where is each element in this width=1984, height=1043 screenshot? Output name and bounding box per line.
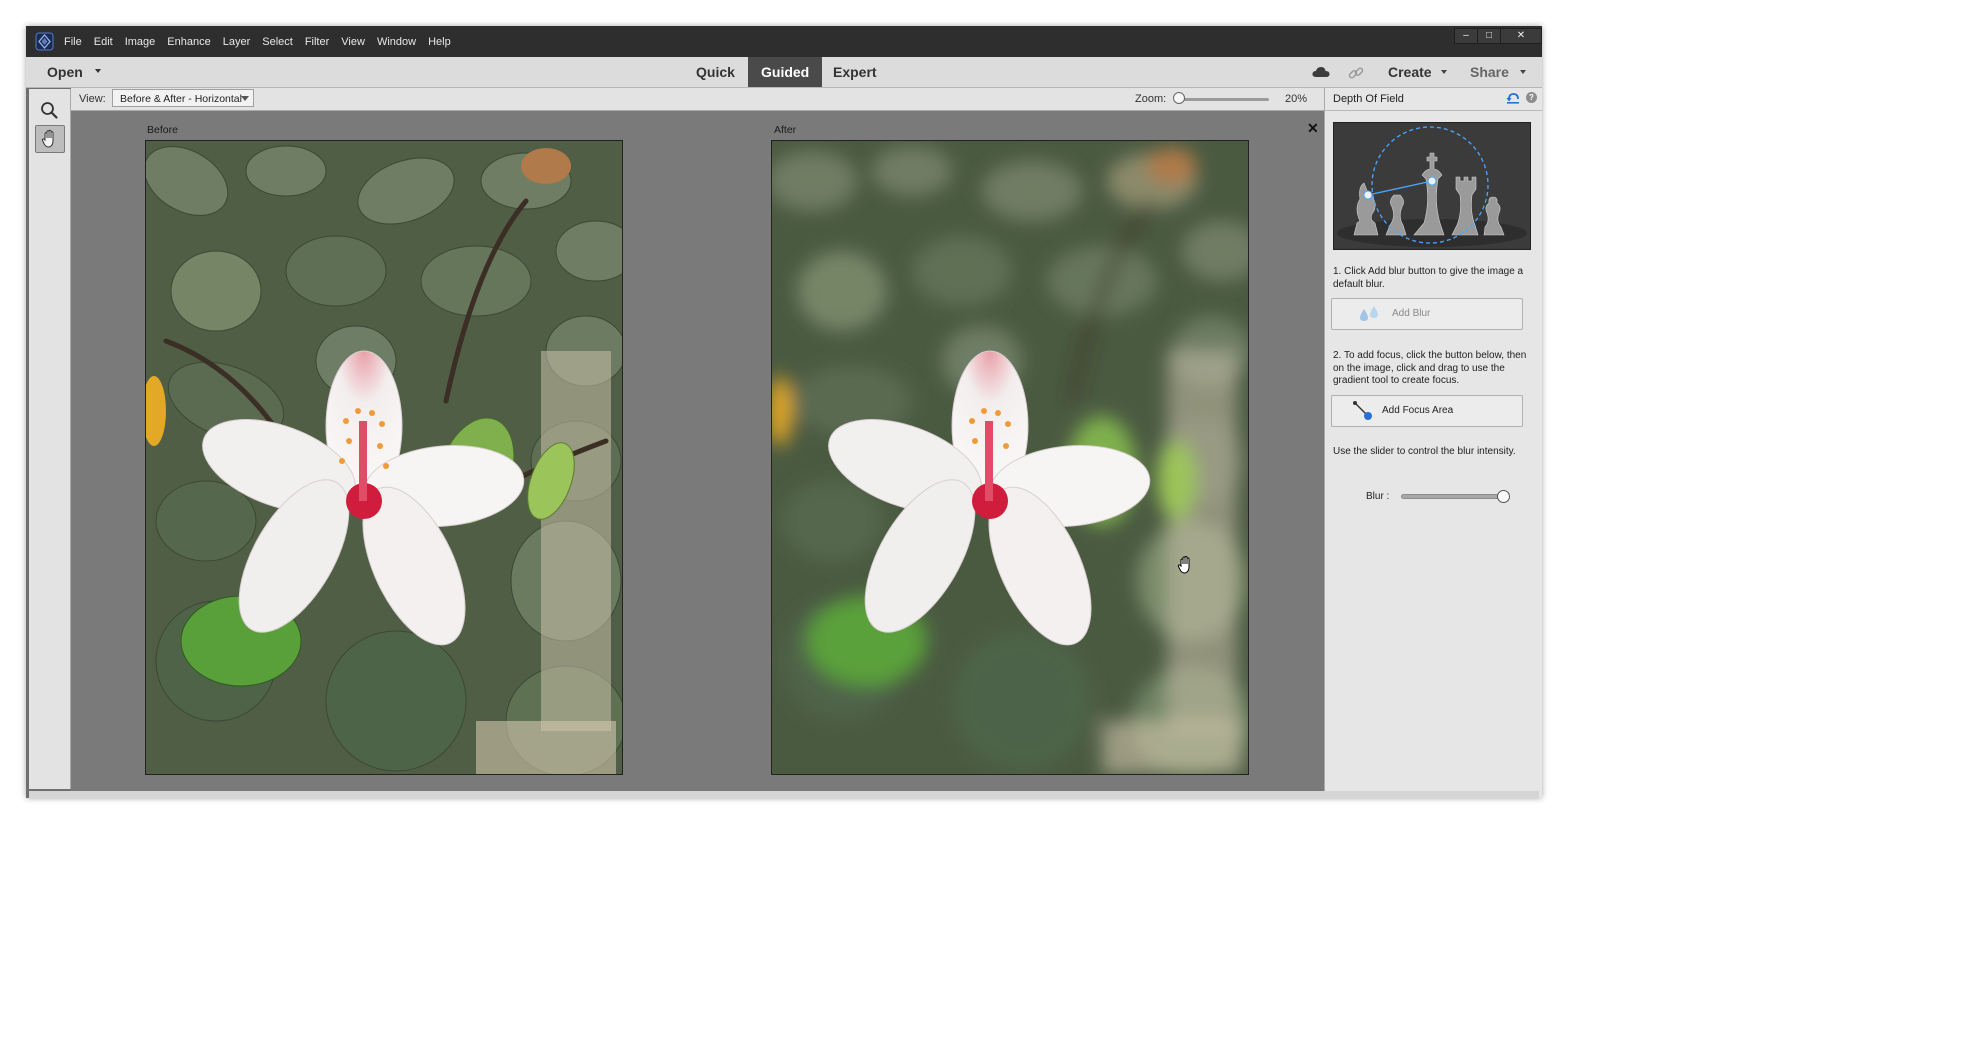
minimize-button[interactable]: –: [1454, 28, 1478, 44]
menu-window[interactable]: Window: [377, 36, 416, 48]
share-button[interactable]: Share: [1470, 64, 1509, 80]
open-button[interactable]: Open: [47, 64, 83, 80]
close-window-button[interactable]: ✕: [1500, 28, 1542, 44]
blur-slider-track[interactable]: [1401, 494, 1509, 499]
view-mode-value: Before & After - Horizontal: [120, 93, 242, 105]
menu-image[interactable]: Image: [125, 36, 156, 48]
chess-pieces-illustration: [1334, 123, 1530, 249]
blur-slider-thumb[interactable]: [1497, 490, 1510, 503]
status-bar: [29, 791, 1539, 798]
zoom-tool[interactable]: [35, 97, 63, 123]
guided-panel: Depth Of Field ? 1. Click Add blur butto…: [1324, 88, 1542, 798]
depth-of-field-preview: [1333, 122, 1531, 250]
image-canvas[interactable]: Before After ✕: [71, 111, 1324, 791]
panel-title: Depth Of Field: [1333, 93, 1404, 105]
open-dropdown-caret-icon[interactable]: [95, 69, 101, 73]
app-window: File Edit Image Enhance Layer Select Fil…: [26, 26, 1542, 798]
cloud-icon[interactable]: [1312, 66, 1330, 78]
add-focus-area-button[interactable]: Add Focus Area: [1331, 395, 1523, 427]
title-bar: File Edit Image Enhance Layer Select Fil…: [26, 26, 1542, 57]
menu-file[interactable]: File: [64, 36, 82, 48]
menu-edit[interactable]: Edit: [94, 36, 113, 48]
menu-filter[interactable]: Filter: [305, 36, 329, 48]
add-blur-label: Add Blur: [1392, 308, 1431, 319]
blur-label: Blur :: [1366, 491, 1390, 502]
share-caret-icon[interactable]: [1520, 70, 1526, 74]
menu-layer[interactable]: Layer: [223, 36, 251, 48]
maximize-button[interactable]: □: [1477, 28, 1501, 44]
mode-bar: Open Quick Guided Expert Create Share: [26, 57, 1542, 88]
hand-icon: [41, 129, 54, 148]
zoom-label: Zoom:: [1135, 93, 1167, 105]
menu-bar: File Edit Image Enhance Layer Select Fil…: [64, 26, 463, 57]
view-label: View:: [79, 93, 106, 105]
app-logo-icon[interactable]: [35, 32, 54, 51]
before-label: Before: [147, 124, 178, 136]
link-icon[interactable]: [1348, 65, 1364, 81]
step-two-instructions: 2. To add focus, click the button below,…: [1333, 350, 1527, 386]
tab-expert[interactable]: Expert: [820, 57, 890, 87]
hibiscus-photo-blurred: [772, 141, 1248, 774]
tab-quick[interactable]: Quick: [683, 57, 748, 87]
gradient-tool-icon: [1353, 401, 1372, 420]
chevron-down-icon: [241, 96, 249, 101]
create-button[interactable]: Create: [1388, 64, 1432, 80]
close-after-view-button[interactable]: ✕: [1307, 120, 1319, 137]
zoom-value[interactable]: 20%: [1285, 93, 1307, 105]
tab-guided[interactable]: Guided: [748, 57, 823, 87]
add-blur-button[interactable]: Add Blur: [1331, 298, 1523, 330]
reset-icon[interactable]: [1506, 92, 1520, 104]
menu-help[interactable]: Help: [428, 36, 451, 48]
view-options-bar: View: Before & After - Horizontal Zoom: …: [71, 88, 1324, 111]
help-icon[interactable]: ?: [1526, 92, 1537, 103]
slider-hint: Use the slider to control the blur inten…: [1333, 446, 1516, 457]
before-photo[interactable]: [145, 140, 623, 775]
toolbox: [29, 89, 71, 789]
zoom-slider-track[interactable]: [1177, 98, 1269, 101]
hand-tool[interactable]: [35, 125, 65, 153]
menu-enhance[interactable]: Enhance: [167, 36, 210, 48]
after-photo[interactable]: [771, 140, 1249, 775]
add-focus-area-label: Add Focus Area: [1382, 405, 1454, 416]
hibiscus-photo-sharp: [146, 141, 622, 774]
water-drops-icon: [1360, 306, 1378, 321]
menu-view[interactable]: View: [341, 36, 365, 48]
panel-header: Depth Of Field ?: [1325, 88, 1542, 111]
zoom-slider-thumb[interactable]: [1173, 92, 1185, 104]
step-one-instructions: 1. Click Add blur button to give the ima…: [1333, 266, 1524, 290]
zoom-icon: [41, 102, 58, 119]
create-caret-icon[interactable]: [1441, 70, 1447, 74]
after-label: After: [774, 124, 797, 136]
menu-select[interactable]: Select: [262, 36, 293, 48]
view-mode-select[interactable]: Before & After - Horizontal: [112, 89, 254, 107]
